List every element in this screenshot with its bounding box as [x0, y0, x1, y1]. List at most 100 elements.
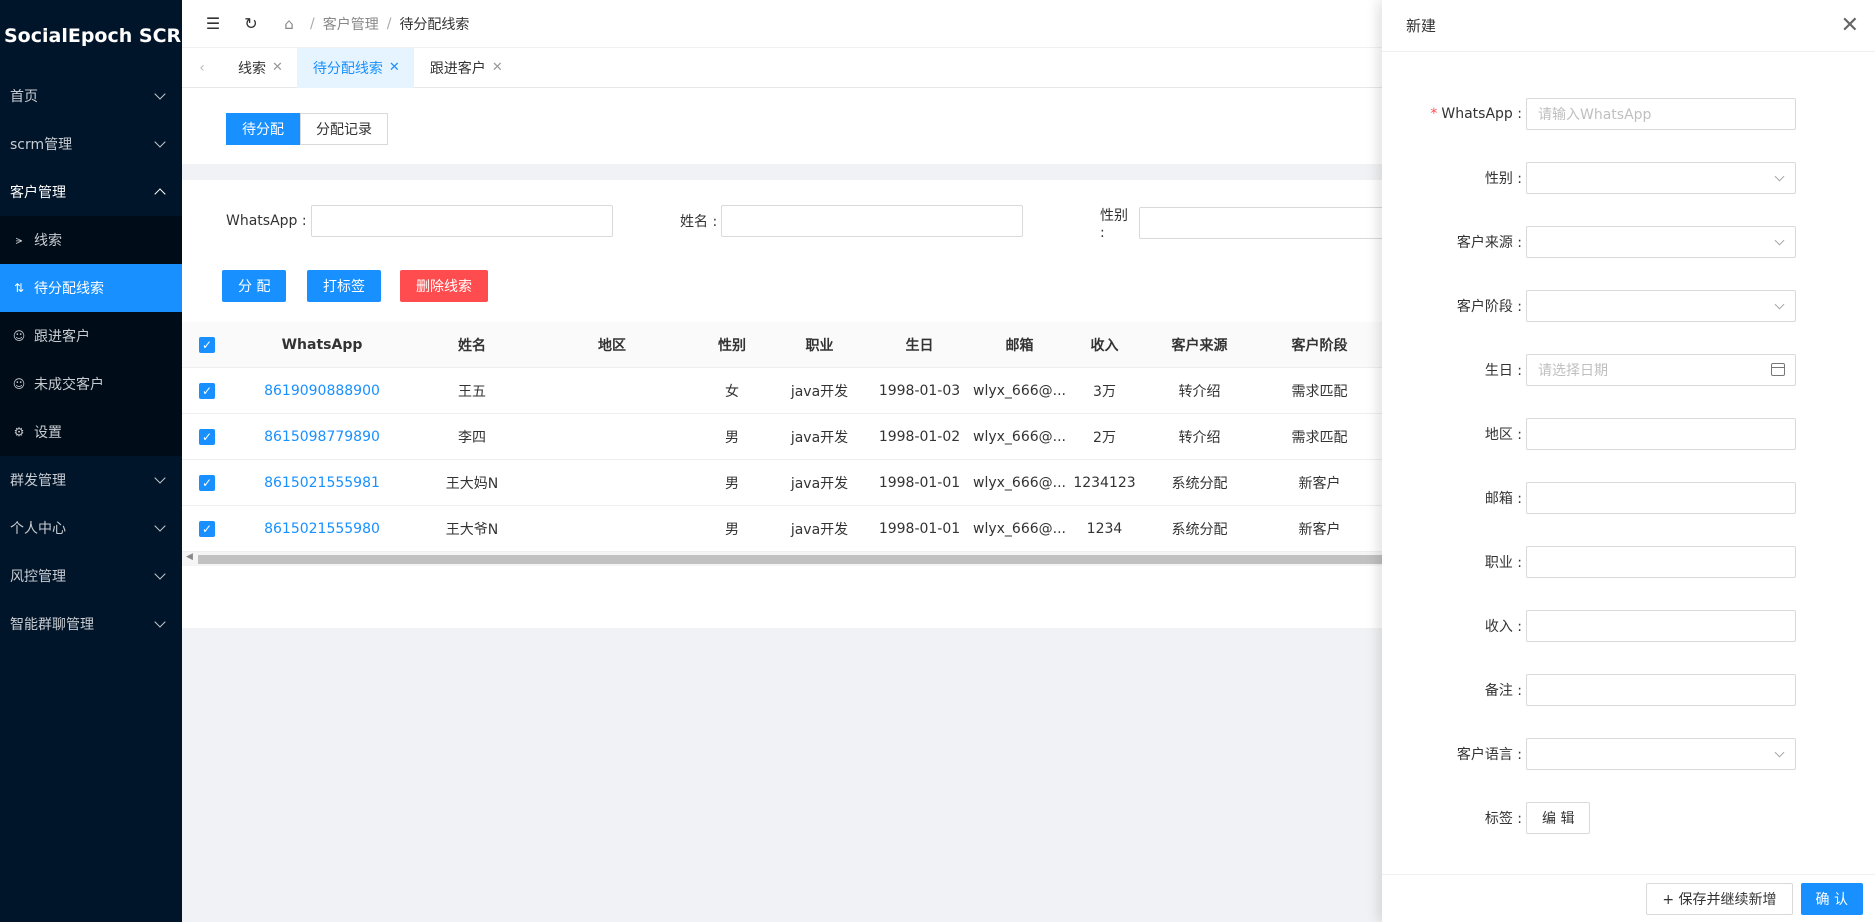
- sidebar-item-unclosed[interactable]: ☺ 未成交客户: [0, 360, 182, 408]
- leads-table: ✓ WhatsApp 姓名 地区 性别 职业 生日 邮箱 收入 客户来源 客户阶…: [182, 322, 1382, 552]
- sidebar-item-groupchat[interactable]: 智能群聊管理: [0, 600, 182, 648]
- sidebar-item-label: 首页: [10, 89, 38, 105]
- chevron-left-icon[interactable]: ‹: [182, 60, 222, 76]
- gender-select[interactable]: [1526, 162, 1796, 194]
- confirm-button[interactable]: 确 认: [1800, 882, 1863, 915]
- tab-pending-leads[interactable]: 待分配线索 ✕: [296, 47, 414, 88]
- sidebar-item-label: 客户管理: [10, 185, 66, 201]
- segment-panel: 待分配 分配记录: [182, 88, 1382, 164]
- field-label: 客户阶段 :: [1456, 299, 1522, 315]
- menu-fold-icon[interactable]: ☰: [204, 14, 222, 33]
- filter-label: 姓名 :: [680, 214, 718, 230]
- stage-select[interactable]: [1526, 290, 1796, 322]
- field-label: 邮箱 :: [1484, 491, 1522, 507]
- topbar: ☰ ↻ ⌂ / 客户管理 / 待分配线索: [182, 0, 1382, 48]
- cell-stage: 需求匹配: [1291, 383, 1348, 400]
- column-header[interactable]: 姓名: [412, 335, 532, 355]
- page-tabs: ‹ 线索 ✕ 待分配线索 ✕ 跟进客户 ✕: [182, 47, 1382, 88]
- segment-records[interactable]: 分配记录: [300, 113, 388, 145]
- select-all-checkbox[interactable]: ✓: [199, 336, 215, 353]
- scrollbar-thumb[interactable]: [198, 555, 1382, 564]
- sidebar-item-settings[interactable]: ⚙ 设置: [0, 408, 182, 456]
- assign-button[interactable]: 分 配: [222, 270, 287, 302]
- sidebar-item-scrm[interactable]: scrm管理: [0, 120, 182, 168]
- region-input[interactable]: [1526, 418, 1796, 450]
- row-checkbox[interactable]: ✓: [199, 520, 215, 537]
- income-input[interactable]: [1526, 610, 1796, 642]
- whatsapp-link[interactable]: 8615021555980: [232, 521, 412, 537]
- row-checkbox[interactable]: ✓: [199, 428, 215, 445]
- row-checkbox[interactable]: ✓: [199, 382, 215, 399]
- filter-name: 姓名 :: [680, 205, 1024, 237]
- whatsapp-link[interactable]: 8615021555981: [232, 475, 412, 491]
- tag-button[interactable]: 打标签: [307, 270, 381, 302]
- row-checkbox[interactable]: ✓: [199, 474, 215, 491]
- column-header[interactable]: 客户阶段: [1257, 335, 1382, 355]
- home-icon[interactable]: ⌂: [280, 15, 298, 33]
- table-row: ✓ 8619090888900 王五 女 java开发 1998-01-03 w…: [182, 368, 1382, 414]
- tab-leads[interactable]: 线索 ✕: [222, 48, 297, 88]
- column-header[interactable]: WhatsApp: [232, 337, 412, 353]
- sidebar-item-leads[interactable]: ⪫ 线索: [0, 216, 182, 264]
- save-continue-button[interactable]: + 保存并继续新增: [1646, 882, 1793, 915]
- segment-control: 待分配 分配记录: [226, 113, 388, 145]
- delete-leads-button[interactable]: 删除线索: [400, 270, 488, 302]
- language-select[interactable]: [1526, 738, 1796, 770]
- form-row-email: 邮箱 :: [1382, 482, 1875, 514]
- sidebar-item-label: 跟进客户: [34, 329, 90, 345]
- whatsapp-filter-input[interactable]: [310, 205, 613, 237]
- name-filter-input[interactable]: [721, 205, 1024, 237]
- chevron-down-icon: [1774, 299, 1785, 310]
- chevron-down-icon: [154, 568, 166, 580]
- close-icon[interactable]: ✕: [492, 60, 503, 75]
- segment-pending[interactable]: 待分配: [226, 113, 300, 145]
- sidebar-item-customer[interactable]: 客户管理: [0, 168, 182, 216]
- source-select[interactable]: [1526, 226, 1796, 258]
- tab-followup[interactable]: 跟进客户 ✕: [414, 48, 517, 88]
- filter-gender: 性别 :: [1100, 205, 1382, 241]
- horizontal-scrollbar[interactable]: ◀: [182, 552, 1382, 566]
- remark-input[interactable]: [1526, 674, 1796, 706]
- cell-job: java开发: [790, 429, 849, 446]
- sidebar-item-pending-leads[interactable]: ⇅ 待分配线索: [0, 264, 182, 312]
- birthday-date-picker[interactable]: 请选择日期: [1526, 354, 1796, 386]
- column-header[interactable]: 客户来源: [1142, 335, 1257, 355]
- scroll-left-icon[interactable]: ◀: [186, 552, 193, 562]
- calendar-icon: [1771, 363, 1785, 376]
- whatsapp-link[interactable]: 8619090888900: [232, 383, 412, 399]
- cell-stage: 新客户: [1298, 521, 1341, 538]
- chevron-down-icon: [154, 472, 166, 484]
- sidebar-item-home[interactable]: 首页: [0, 72, 182, 120]
- breadcrumb-item[interactable]: 客户管理: [323, 14, 379, 34]
- cell-income: 1234123: [1073, 474, 1136, 491]
- form-row-language: 客户语言 :: [1382, 738, 1875, 770]
- column-header[interactable]: 职业: [772, 335, 867, 355]
- chevron-down-icon: [154, 616, 166, 628]
- column-header[interactable]: 收入: [1067, 335, 1142, 355]
- sidebar-item-personal[interactable]: 个人中心: [0, 504, 182, 552]
- whatsapp-input[interactable]: 请输入WhatsApp: [1526, 98, 1796, 130]
- column-header[interactable]: 邮箱: [972, 335, 1067, 355]
- sidebar-item-risk[interactable]: 风控管理: [0, 552, 182, 600]
- refresh-icon[interactable]: ↻: [242, 14, 260, 33]
- drawer-footer: + 保存并继续新增 确 认: [1382, 874, 1875, 922]
- sidebar-item-broadcast[interactable]: 群发管理: [0, 456, 182, 504]
- chevron-down-icon: [154, 136, 166, 148]
- column-header[interactable]: 性别: [692, 335, 772, 355]
- sidebar-item-followup[interactable]: ☺ 跟进客户: [0, 312, 182, 360]
- close-icon[interactable]: ✕: [272, 60, 283, 75]
- field-label: 标签 :: [1484, 811, 1522, 827]
- gender-filter-input[interactable]: [1138, 207, 1382, 239]
- cell-name: 王大妈N: [445, 475, 499, 492]
- email-input[interactable]: [1526, 482, 1796, 514]
- whatsapp-link[interactable]: 8615098779890: [232, 429, 412, 445]
- column-header[interactable]: 生日: [867, 335, 972, 355]
- cell-gender: 男: [725, 429, 739, 446]
- job-input[interactable]: [1526, 546, 1796, 578]
- edit-tags-button[interactable]: 编 辑: [1526, 802, 1591, 834]
- form-row-gender: 性别 :: [1382, 162, 1875, 194]
- sidebar-item-label: 线索: [34, 233, 62, 249]
- close-icon[interactable]: ✕: [1841, 13, 1859, 38]
- column-header[interactable]: 地区: [532, 335, 692, 355]
- close-icon[interactable]: ✕: [389, 60, 400, 75]
